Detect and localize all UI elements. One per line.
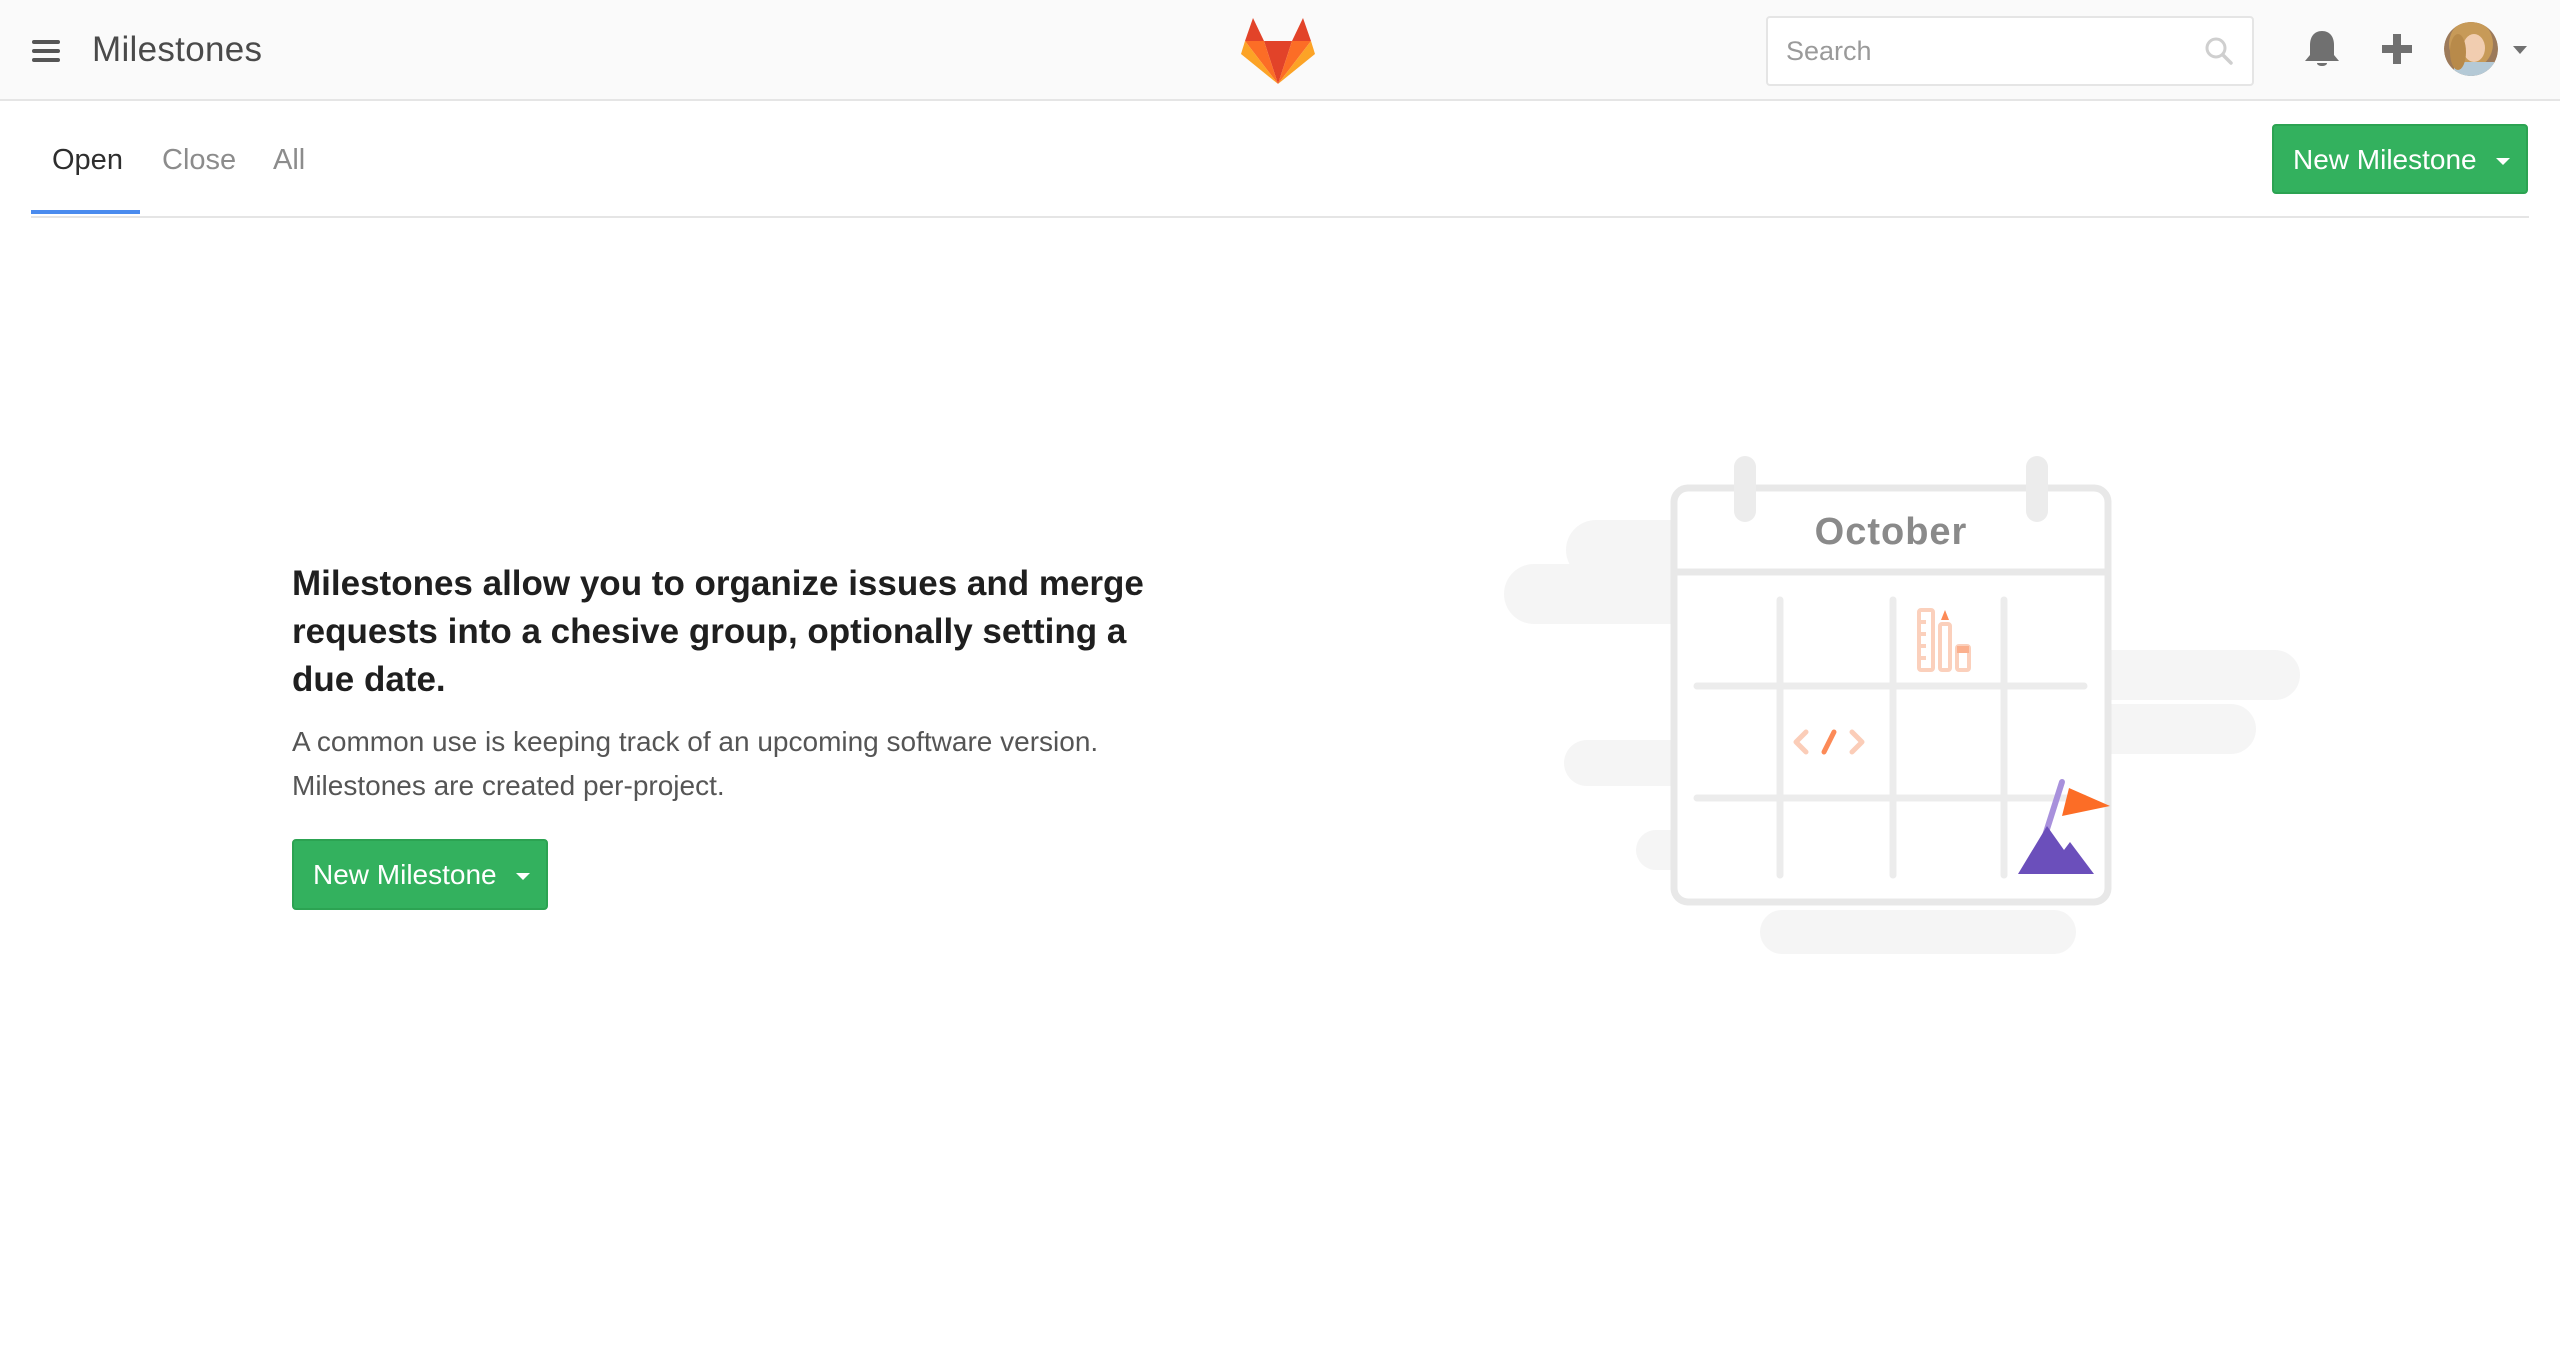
calendar-ring [1734,456,1756,522]
chevron-down-icon[interactable] [2512,44,2528,56]
empty-state-heading: Milestones allow you to organize issues … [292,564,1144,699]
calendar-illustration: October [1504,456,2300,954]
caret-down-icon [2496,158,2510,165]
plus-icon[interactable] [2380,32,2414,66]
caret-down-icon [516,873,530,880]
active-tab-indicator [31,210,140,214]
tab-open[interactable]: Open [52,144,123,177]
page-title: Milestones [92,30,263,69]
search-box[interactable] [1766,16,2254,86]
tab-close[interactable]: Close [162,144,236,177]
empty-state-description: A common use is keeping track of an upco… [292,720,1192,808]
search-input[interactable] [1768,18,2188,84]
bell-icon[interactable] [2302,28,2342,70]
milestone-state-tabs: Open Close All [31,104,2529,218]
calendar-month-label: October [1815,511,1968,553]
empty-state-new-milestone-button[interactable]: New Milestone [292,839,548,910]
search-icon[interactable] [2204,36,2234,66]
empty-state-description-line: Milestones are created per-project. [292,770,725,801]
empty-state-description-line: A common use is keeping track of an upco… [292,726,1099,757]
calendar-ring [2026,456,2048,522]
new-milestone-button[interactable]: New Milestone [2272,124,2528,194]
new-milestone-button-label: New Milestone [2293,144,2477,175]
tab-all[interactable]: All [273,144,305,177]
avatar[interactable] [2444,22,2498,76]
new-milestone-button-label: New Milestone [313,859,497,890]
hamburger-menu-icon[interactable] [28,36,64,66]
user-menu[interactable] [2444,22,2534,78]
top-navbar: Milestones [0,0,2560,101]
gitlab-logo[interactable] [1240,16,1316,86]
